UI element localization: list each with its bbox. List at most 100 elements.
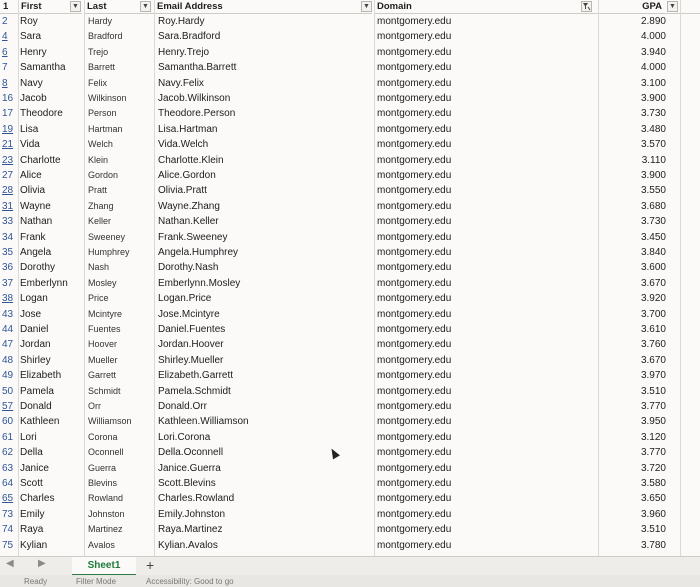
row-number[interactable]: 4 <box>2 29 20 44</box>
row-number[interactable]: 7 <box>2 60 20 75</box>
cell-gpa[interactable]: 3.570 <box>598 137 666 152</box>
filter-dropdown-last-icon[interactable]: ▼ <box>140 1 151 12</box>
cell-first[interactable]: Vida <box>20 137 40 152</box>
header-gpa[interactable]: GPA <box>598 0 700 14</box>
cell-gpa[interactable]: 3.580 <box>598 476 666 491</box>
cell-domain[interactable]: montgomery.edu <box>377 230 451 245</box>
cell-last[interactable]: Rowland <box>88 491 123 506</box>
cell-last[interactable]: Sweeney <box>88 230 125 245</box>
table-row[interactable]: 37 Emberlynn Mosley Emberlynn.Mosley montgom… <box>0 276 700 291</box>
cell-first[interactable]: Sara <box>20 29 41 44</box>
cell-domain[interactable]: montgomery.edu <box>377 491 451 506</box>
cell-email[interactable]: Kathleen.Williamson <box>158 414 249 429</box>
cell-last[interactable]: Avalos <box>88 538 115 553</box>
cell-last[interactable]: Zhang <box>88 199 114 214</box>
cell-last[interactable]: Orr <box>88 399 101 414</box>
cell-gpa[interactable]: 3.770 <box>598 445 666 460</box>
cell-gpa[interactable]: 2.890 <box>598 14 666 29</box>
filter-active-icon[interactable] <box>581 1 592 12</box>
cell-email[interactable]: Elizabeth.Garrett <box>158 368 233 383</box>
cell-gpa[interactable]: 3.120 <box>598 430 666 445</box>
table-row[interactable]: 4 Sara Bradford Sara.Bradford montgomery.edu… <box>0 29 700 44</box>
cell-first[interactable]: Janice <box>20 461 49 476</box>
cell-domain[interactable]: montgomery.edu <box>377 45 451 60</box>
row-number[interactable]: 37 <box>2 276 20 291</box>
cell-email[interactable]: Vida.Welch <box>158 137 208 152</box>
cell-email[interactable]: Daniel.Fuentes <box>158 322 225 337</box>
row-number[interactable]: 57 <box>2 399 20 414</box>
filter-dropdown-blank-icon[interactable]: ▼ <box>361 1 372 12</box>
cell-email[interactable]: Jacob.Wilkinson <box>158 91 230 106</box>
table-row[interactable]: 73 Emily Johnston Emily.Johnston montgomery.… <box>0 507 700 522</box>
cell-domain[interactable]: montgomery.edu <box>377 183 451 198</box>
cell-email[interactable]: Lori.Corona <box>158 430 210 445</box>
cell-email[interactable]: Lisa.Hartman <box>158 122 217 137</box>
table-row[interactable]: 57 Donald Orr Donald.Orr montgomery.edu 3.770 <box>0 399 700 414</box>
cell-gpa[interactable]: 3.730 <box>598 106 666 121</box>
cell-gpa[interactable]: 3.760 <box>598 337 666 352</box>
table-row[interactable]: 35 Angela Humphrey Angela.Humphrey montgomer… <box>0 245 700 260</box>
cell-email[interactable]: Emily.Johnston <box>158 507 225 522</box>
cell-gpa[interactable]: 3.900 <box>598 91 666 106</box>
row-number[interactable]: 35 <box>2 245 20 260</box>
cell-gpa[interactable]: 3.550 <box>598 183 666 198</box>
cell-email[interactable]: Henry.Trejo <box>158 45 209 60</box>
cell-last[interactable]: Garrett <box>88 368 116 383</box>
table-row[interactable]: 8 Navy Felix Navy.Felix montgomery.edu 3.100 <box>0 76 700 91</box>
cell-email[interactable]: Janice.Guerra <box>158 461 221 476</box>
table-row[interactable]: 63 Janice Guerra Janice.Guerra montgomery.ed… <box>0 461 700 476</box>
row-number[interactable]: 73 <box>2 507 20 522</box>
row-number[interactable]: 61 <box>2 430 20 445</box>
cell-last[interactable]: Gordon <box>88 168 118 183</box>
cell-gpa[interactable]: 3.600 <box>598 260 666 275</box>
cell-first[interactable]: Pamela <box>20 384 54 399</box>
row-number[interactable]: 6 <box>2 45 20 60</box>
table-row[interactable]: 43 Jose Mcintyre Jose.Mcintyre montgomery.ed… <box>0 307 700 322</box>
row-number[interactable]: 64 <box>2 476 20 491</box>
cell-email[interactable]: Sara.Bradford <box>158 29 220 44</box>
cell-domain[interactable]: montgomery.edu <box>377 414 451 429</box>
cell-domain[interactable]: montgomery.edu <box>377 337 451 352</box>
cell-first[interactable]: Emily <box>20 507 44 522</box>
row-number[interactable]: 48 <box>2 353 20 368</box>
cell-gpa[interactable]: 3.900 <box>598 168 666 183</box>
table-row[interactable]: 61 Lori Corona Lori.Corona montgomery.edu 3.1… <box>0 430 700 445</box>
cell-domain[interactable]: montgomery.edu <box>377 60 451 75</box>
table-row[interactable]: 31 Wayne Zhang Wayne.Zhang montgomery.edu 3.6… <box>0 199 700 214</box>
cell-gpa[interactable]: 3.450 <box>598 230 666 245</box>
cell-last[interactable]: Keller <box>88 214 111 229</box>
cell-gpa[interactable]: 3.940 <box>598 45 666 60</box>
cell-last[interactable]: Hardy <box>88 14 112 29</box>
cell-email[interactable]: Charles.Rowland <box>158 491 234 506</box>
filter-dropdown-first-icon[interactable]: ▼ <box>70 1 81 12</box>
cell-last[interactable]: Fuentes <box>88 322 121 337</box>
cell-last[interactable]: Blevins <box>88 476 117 491</box>
cell-domain[interactable]: montgomery.edu <box>377 522 451 537</box>
cell-email[interactable]: Logan.Price <box>158 291 211 306</box>
cell-domain[interactable]: montgomery.edu <box>377 168 451 183</box>
cell-last[interactable]: Martinez <box>88 522 123 537</box>
table-row[interactable]: 47 Jordan Hoover Jordan.Hoover montgomery.ed… <box>0 337 700 352</box>
cell-first[interactable]: Shirley <box>20 353 51 368</box>
cell-gpa[interactable]: 4.000 <box>598 29 666 44</box>
cell-last[interactable]: Nash <box>88 260 109 275</box>
cell-first[interactable]: Kylian <box>20 538 47 553</box>
cell-gpa[interactable]: 3.650 <box>598 491 666 506</box>
cell-first[interactable]: Jose <box>20 307 41 322</box>
cell-first[interactable]: Alice <box>20 168 42 183</box>
header-email[interactable]: Email Address <box>154 0 362 14</box>
cell-first[interactable]: Roy <box>20 14 38 29</box>
row-number[interactable]: 65 <box>2 491 20 506</box>
row-number[interactable]: 16 <box>2 91 20 106</box>
table-row[interactable]: 62 Della Oconnell Della.Oconnell montgomery.… <box>0 445 700 460</box>
cell-first[interactable]: Olivia <box>20 183 45 198</box>
cell-first[interactable]: Elizabeth <box>20 368 61 383</box>
cell-domain[interactable]: montgomery.edu <box>377 29 451 44</box>
table-row[interactable]: 48 Shirley Mueller Shirley.Mueller montgomer… <box>0 353 700 368</box>
row-number[interactable]: 2 <box>2 14 20 29</box>
cell-gpa[interactable]: 3.480 <box>598 122 666 137</box>
row-number[interactable]: 38 <box>2 291 20 306</box>
cell-last[interactable]: Price <box>88 291 109 306</box>
cell-gpa[interactable]: 3.670 <box>598 276 666 291</box>
cell-gpa[interactable]: 3.950 <box>598 414 666 429</box>
